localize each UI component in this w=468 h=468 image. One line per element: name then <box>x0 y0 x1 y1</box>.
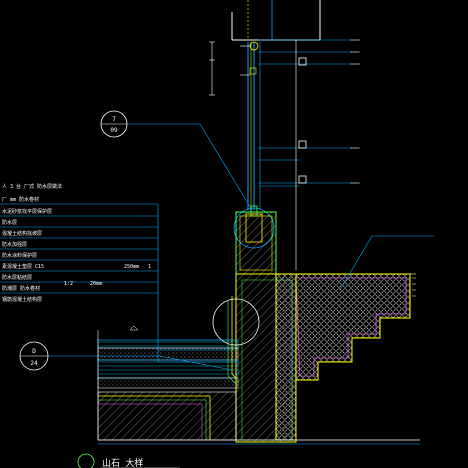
drawing-title: 山石 大样 <box>77 453 180 468</box>
upper-frame <box>231 0 321 41</box>
right-leaders <box>258 39 358 187</box>
dimension-ticks <box>209 41 215 96</box>
stone-foundation <box>275 235 434 441</box>
right-tick-marks <box>350 39 360 184</box>
deck-layers <box>97 296 239 441</box>
dim-value-2: 1:2 <box>64 281 73 287</box>
spec-note-8: 防水层粘结层 <box>2 274 32 281</box>
detail-drawing: 7 09 人 3 台 厂式 防水层做法 厂 mm 防水卷材 水泥砂浆找平层保护层… <box>0 0 434 468</box>
spec-note-4: 混凝土结构找坡层 <box>2 230 42 237</box>
spec-note-10: 钢筋混凝土结构层 <box>2 296 42 303</box>
tag-squares <box>298 57 307 184</box>
spec-note-3: 防水层 <box>2 219 17 226</box>
title-text: 山石 大样 <box>102 457 143 468</box>
spec-note-6: 防水涂料保护层 <box>2 252 37 259</box>
cad-canvas: 7 09 人 3 台 厂式 防水层做法 厂 mm 防水卷材 水泥砂浆找平层保护层… <box>0 0 468 468</box>
spec-note-0: 人 3 台 厂式 防水层做法 <box>2 183 62 190</box>
dim-value-1: 1 <box>148 264 151 270</box>
callout-upper: 7 09 <box>100 110 253 211</box>
spec-note-5: 防水加强层 <box>2 241 27 248</box>
spec-table: 人 3 台 厂式 防水层做法 厂 mm 防水卷材 水泥砂浆找平层保护层 防水层 … <box>0 183 238 363</box>
spec-note-9: 防潮层 防水卷材 <box>2 285 40 292</box>
callout-lower-top: D <box>32 348 36 355</box>
callout-upper-bottom: 09 <box>110 127 118 134</box>
callout-lower-bottom: 24 <box>30 360 38 367</box>
spec-note-2: 水泥砂浆找平层保护层 <box>2 208 52 215</box>
dim-value-0: 250mm <box>124 264 139 270</box>
spec-note-7: 素混凝土垫层 C15 <box>2 263 44 270</box>
glass-panel <box>240 41 261 210</box>
callout-upper-top: 7 <box>112 116 116 123</box>
pier <box>235 211 277 275</box>
retaining-wall <box>235 273 297 443</box>
dim-value-3: 20mm <box>90 281 102 287</box>
spec-note-1: 厂 mm 防水卷材 <box>2 196 39 203</box>
